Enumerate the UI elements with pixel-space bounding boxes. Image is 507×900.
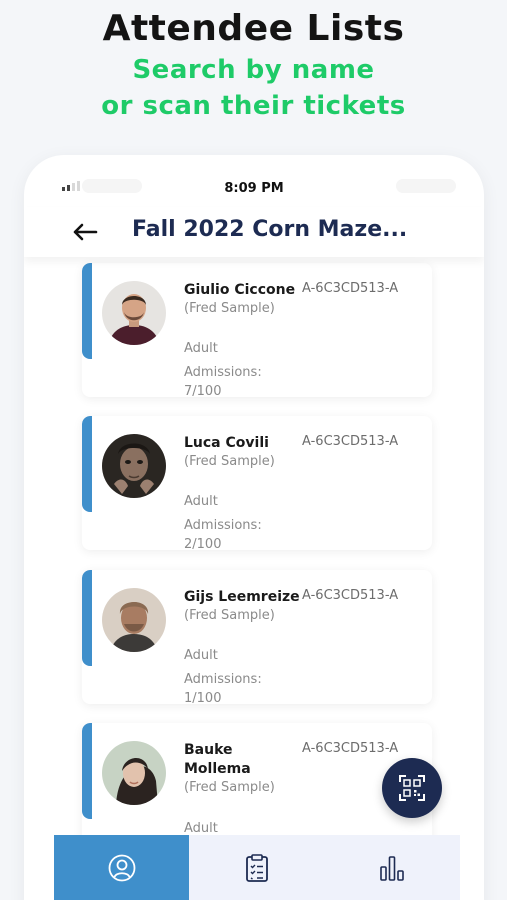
- avatar: [102, 741, 166, 805]
- attendee-name: Bauke Mollema: [184, 742, 251, 777]
- purchaser-name: (Fred Sample): [184, 454, 275, 469]
- ticket-code: A-6C3CD513-A: [302, 741, 399, 756]
- ticket-type: Adult: [184, 494, 218, 509]
- phone-frame: 8:09 PM Fall 2022 Corn Maze... Giulio Ci…: [24, 155, 484, 900]
- admissions-count: 2/100: [184, 537, 222, 550]
- scan-ticket-button[interactable]: [382, 758, 442, 818]
- tab-stats[interactable]: [324, 835, 460, 900]
- card-accent-stripe: [82, 263, 92, 359]
- status-bar: 8:09 PM: [24, 173, 484, 203]
- admissions-info: Admissions: 1/100: [184, 670, 294, 704]
- ticket-type: Adult: [184, 648, 218, 663]
- avatar: [102, 281, 166, 345]
- admissions-count: 7/100: [184, 384, 222, 397]
- avatar: [102, 588, 166, 652]
- purchaser-name: (Fred Sample): [184, 608, 275, 623]
- admissions-info: Admissions: 7/100: [184, 363, 294, 397]
- qr-code-scan-icon: [399, 775, 425, 801]
- promo-title: Attendee Lists: [102, 8, 405, 49]
- attendee-name: Giulio Ciccone: [184, 282, 296, 298]
- promo-subtitle-line2: or scan their tickets: [101, 91, 406, 121]
- attendee-name: Luca Covili: [184, 435, 269, 451]
- admissions-label: Admissions:: [184, 518, 262, 533]
- tab-attendees[interactable]: [54, 835, 190, 900]
- admissions-label: Admissions:: [184, 365, 262, 380]
- attendee-card[interactable]: Giulio Ciccone A-6C3CD513-A (Fred Sample…: [82, 263, 432, 397]
- page-title: Fall 2022 Corn Maze...: [132, 217, 408, 242]
- ticket-code: A-6C3CD513-A: [302, 588, 399, 603]
- clipboard-list-icon: [246, 854, 268, 882]
- attendee-card[interactable]: Gijs Leemreize A-6C3CD513-A (Fred Sample…: [82, 570, 432, 704]
- card-accent-stripe: [82, 723, 92, 819]
- ticket-code: A-6C3CD513-A: [302, 281, 399, 296]
- purchaser-name: (Fred Sample): [184, 780, 275, 795]
- bottom-tab-bar: [54, 835, 460, 900]
- ticket-type: Adult: [184, 821, 218, 836]
- ticket-type: Adult: [184, 341, 218, 356]
- ticket-code: A-6C3CD513-A: [302, 434, 399, 449]
- purchaser-name: (Fred Sample): [184, 301, 275, 316]
- card-accent-stripe: [82, 570, 92, 666]
- promo-subtitle-line1: Search by name: [132, 55, 375, 85]
- tab-checklist[interactable]: [189, 835, 325, 900]
- bar-chart-icon: [380, 856, 405, 881]
- card-accent-stripe: [82, 416, 92, 512]
- app-bar: Fall 2022 Corn Maze...: [24, 207, 484, 257]
- status-battery-placeholder: [396, 179, 456, 193]
- user-circle-icon: [108, 854, 136, 882]
- avatar: [102, 434, 166, 498]
- promo-header: Attendee Lists Search by name or scan th…: [0, 6, 507, 124]
- admissions-label: Admissions:: [184, 672, 262, 687]
- back-arrow-icon[interactable]: [70, 217, 100, 247]
- admissions-count: 1/100: [184, 691, 222, 704]
- attendee-name: Gijs Leemreize: [184, 589, 300, 605]
- attendee-card[interactable]: Luca Covili A-6C3CD513-A (Fred Sample) A…: [82, 416, 432, 550]
- admissions-info: Admissions: 2/100: [184, 516, 294, 550]
